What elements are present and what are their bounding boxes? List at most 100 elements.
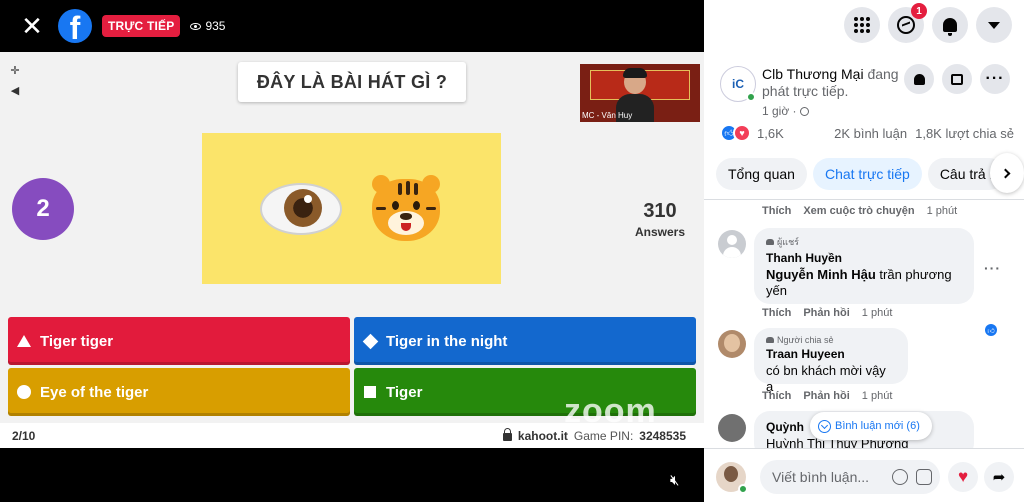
love-icon: ♥ bbox=[733, 124, 751, 142]
chevron-right-icon bbox=[1000, 168, 1011, 178]
comment-more-icon[interactable]: ··· bbox=[984, 260, 1001, 276]
reply-link[interactable]: Phản hồi bbox=[803, 390, 849, 402]
reaction-count[interactable]: 1,6K bbox=[757, 126, 784, 141]
comment-list: Thích Xem cuộc trò chuyện 1 phút ผู้แชร์… bbox=[704, 200, 1024, 448]
avatar[interactable] bbox=[718, 230, 746, 258]
comment-author[interactable]: Thanh Huyền bbox=[766, 251, 962, 265]
live-badge: TRỰC TIẾP bbox=[102, 15, 181, 37]
diamond-icon bbox=[362, 333, 378, 349]
share-button[interactable]: ➦ bbox=[984, 462, 1014, 492]
sticker-icon[interactable] bbox=[916, 469, 932, 485]
panel-tabs: Tổng quan Chat trực tiếp Câu trả l bbox=[716, 158, 1024, 190]
video-top-bar: ✕ f TRỰC TIẾP 935 bbox=[0, 0, 704, 52]
comment-time: 1 phút bbox=[861, 307, 893, 319]
tab-live-chat[interactable]: Chat trực tiếp bbox=[812, 158, 922, 190]
comment-text: Nguyễn Minh Hậu trần phương yến bbox=[766, 267, 952, 298]
answer-label: Tiger tiger bbox=[40, 332, 114, 350]
post-time-value[interactable]: 1 giờ · bbox=[762, 104, 797, 118]
chevron-down-icon bbox=[988, 21, 1000, 29]
reply-link[interactable]: Phản hồi bbox=[803, 307, 849, 319]
notifications-button[interactable] bbox=[932, 7, 968, 43]
answers-count-value: 310 bbox=[643, 200, 677, 222]
page-info: iC Clb Thương Mại đang phát trực tiếp. 1… bbox=[720, 64, 1010, 120]
heart-icon: ♥ bbox=[957, 467, 969, 486]
comment-composer: ♥ ➦ bbox=[704, 448, 1024, 502]
comment-meta: Thích Xem cuộc trò chuyện 1 phút bbox=[762, 205, 957, 217]
sharer-badge: Người chia sẻ bbox=[766, 335, 896, 345]
heart-reaction-button[interactable]: ♥ bbox=[948, 462, 978, 492]
sound-icon[interactable]: ◀ bbox=[8, 84, 22, 98]
comment-input[interactable] bbox=[760, 460, 940, 494]
reaction-icons[interactable]: 👍︎ ♥ bbox=[720, 124, 751, 142]
fullscreen-toggle-icon[interactable]: ✛ bbox=[8, 64, 22, 78]
answer-option-diamond[interactable]: Tiger in the night bbox=[354, 317, 696, 365]
tab-overview[interactable]: Tổng quan bbox=[716, 158, 807, 190]
comment-time: 1 phút bbox=[926, 205, 958, 217]
question-progress: 2/10 bbox=[12, 428, 36, 443]
answer-option-triangle[interactable]: Tiger tiger bbox=[8, 317, 350, 365]
messenger-icon bbox=[897, 16, 915, 34]
answer-option-circle[interactable]: Eye of the tiger bbox=[8, 368, 350, 416]
bookmark-icon bbox=[951, 73, 963, 85]
grid-menu-icon bbox=[854, 17, 870, 33]
question-number-badge: 2 bbox=[12, 178, 74, 240]
tiger-emoji-icon bbox=[368, 171, 444, 247]
triangle-icon bbox=[17, 335, 31, 347]
share-arrow-icon: ➦ bbox=[992, 469, 1006, 486]
messenger-button[interactable]: 1 bbox=[888, 3, 927, 43]
mute-icon[interactable]: 🔇︎ bbox=[670, 472, 692, 492]
comment-time: 1 phút bbox=[861, 390, 893, 402]
close-icon[interactable]: ✕ bbox=[18, 12, 46, 40]
mention-link[interactable]: Nguyễn Minh Hậu bbox=[766, 267, 876, 282]
online-indicator bbox=[746, 92, 756, 102]
post-time: 1 giờ · bbox=[762, 104, 809, 118]
bell-icon bbox=[943, 18, 957, 36]
page-actions: ··· bbox=[904, 64, 1010, 94]
save-button[interactable] bbox=[942, 64, 972, 94]
game-pin-value: 3248535 bbox=[639, 428, 686, 443]
comment-count[interactable]: 2K bình luận bbox=[834, 126, 907, 141]
circle-icon bbox=[17, 385, 31, 399]
comment-meta: Thích Phản hồi 1 phút bbox=[762, 390, 892, 402]
comment-author[interactable]: Traan Huyeen bbox=[766, 347, 896, 361]
emoji-icon[interactable] bbox=[892, 469, 908, 485]
post-stats: 👍︎ ♥ 1,6K 2K bình luận 1,8K lượt chia sẻ bbox=[720, 124, 1014, 142]
lock-icon bbox=[502, 428, 512, 441]
webcam-caption: MC - Văn Huy bbox=[582, 111, 633, 120]
question-image bbox=[202, 133, 501, 284]
square-icon bbox=[364, 386, 376, 398]
facebook-logo[interactable]: f bbox=[58, 9, 92, 43]
screen: ✕ f TRỰC TIẾP 935 ✛ ◀ ĐÂY LÀ BÀI HÁT GÌ … bbox=[0, 0, 1024, 502]
more-icon: ··· bbox=[985, 70, 1005, 87]
answer-label: Tiger bbox=[386, 383, 423, 401]
comment-bubble: Người chia sẻ Traan Huyeen có bn khách m… bbox=[754, 328, 908, 394]
panel-header: 1 bbox=[704, 0, 1024, 50]
page-name[interactable]: Clb Thương Mại bbox=[762, 66, 864, 82]
tabs-next-button[interactable] bbox=[990, 153, 1024, 193]
answer-label: Eye of the tiger bbox=[40, 383, 149, 401]
menu-button[interactable] bbox=[844, 7, 880, 43]
comment-bubble: ผู้แชร์ Thanh Huyền Nguyễn Minh Hậu trần… bbox=[754, 228, 974, 304]
share-count[interactable]: 1,8K lượt chia sẻ bbox=[915, 126, 1014, 141]
viewer-count: 935 bbox=[190, 19, 225, 33]
person-icon bbox=[766, 337, 774, 343]
messenger-badge: 1 bbox=[911, 3, 927, 19]
like-link[interactable]: Thích bbox=[762, 307, 791, 319]
follow-notify-button[interactable] bbox=[904, 64, 934, 94]
kahoot-footer: 2/10 kahoot.it Game PIN: 3248535 bbox=[0, 423, 704, 448]
globe-icon bbox=[799, 106, 809, 116]
question-title: ĐÂY LÀ BÀI HÁT GÌ ? bbox=[238, 62, 466, 102]
new-comments-label: Bình luận mới (6) bbox=[835, 420, 920, 432]
game-pin: kahoot.it Game PIN: 3248535 bbox=[502, 428, 686, 443]
account-button[interactable] bbox=[976, 7, 1012, 43]
presenter-webcam: MC - Văn Huy bbox=[580, 64, 700, 122]
more-options-button[interactable]: ··· bbox=[980, 64, 1010, 94]
avatar[interactable] bbox=[718, 330, 746, 358]
avatar[interactable] bbox=[718, 414, 746, 442]
like-reaction-icon[interactable]: 👍︎ bbox=[985, 324, 997, 336]
like-link[interactable]: Thích bbox=[762, 390, 791, 402]
answer-label: Tiger in the night bbox=[386, 332, 508, 350]
view-conversation-link[interactable]: Xem cuộc trò chuyện bbox=[803, 205, 914, 217]
like-link[interactable]: Thích bbox=[762, 205, 791, 217]
new-comments-button[interactable]: Bình luận mới (6) bbox=[810, 412, 932, 440]
